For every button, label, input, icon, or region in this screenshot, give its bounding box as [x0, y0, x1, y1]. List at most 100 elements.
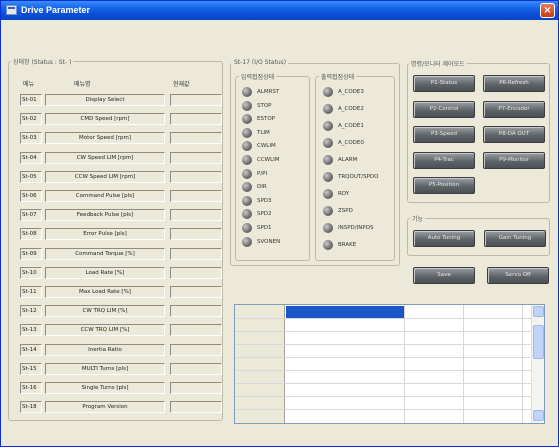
input-label: CWLIM: [257, 143, 276, 150]
app-icon: [6, 5, 17, 15]
status-code: St-15: [20, 362, 42, 375]
output-label: ZSPD: [338, 208, 353, 214]
input-label: SVONEN: [257, 238, 281, 245]
input-label: ESTOP: [257, 116, 275, 123]
status-row: St-15 MULTI Turns [pls]: [20, 362, 222, 377]
output-led-icon: [323, 121, 333, 131]
status-row: St-13 CCW TRQ LIM [%]: [20, 324, 222, 338]
status-code: St-12: [20, 305, 42, 318]
grid-row-line: [235, 370, 531, 371]
status-code: St-05: [20, 170, 42, 183]
output-label: A_CODE2: [338, 106, 364, 112]
tuning-group-title: 기능: [410, 214, 426, 223]
parameter-grid[interactable]: [234, 304, 545, 424]
status-row: St-08 Error Pulse [pls]: [20, 228, 222, 242]
input-label: P/PI: [257, 170, 268, 177]
header-menu-no: 메뉴: [23, 81, 35, 88]
input-label: SPD1: [257, 225, 272, 231]
output-led-icon: [323, 138, 333, 148]
status-code: St-16: [20, 382, 42, 394]
input-label: CCWLIM: [257, 157, 280, 163]
output-status-title: 출력접점상태: [319, 72, 357, 81]
output-led-icon: [323, 240, 333, 250]
menu-button-left[interactable]: P5-Position: [413, 177, 475, 194]
status-group-title: 상태창 (Status : St- ): [11, 57, 74, 66]
menu-button-left[interactable]: P3-Speed: [413, 126, 475, 143]
status-name: Motor Speed [rpm]: [45, 132, 165, 145]
grid-selected-cell[interactable]: [286, 306, 404, 318]
status-value-field: [170, 324, 222, 337]
status-value-field: [170, 151, 222, 164]
status-value-field: [170, 401, 222, 414]
auto-tuning-button[interactable]: Auto Tuning: [413, 230, 475, 247]
status-value-field: [170, 247, 222, 260]
grid-row-line: [235, 357, 531, 358]
status-row: St-02 CMD Speed [rpm]: [20, 113, 222, 127]
scroll-thumb[interactable]: [533, 325, 544, 359]
menu-button-left[interactable]: P2-Control: [413, 100, 475, 118]
status-name: MULTI Turns [pls]: [45, 362, 165, 375]
status-code: St-13: [20, 324, 42, 337]
status-row: St-12 CW TRQ LIM [%]: [20, 305, 222, 319]
input-label: ALMRST: [257, 89, 280, 95]
input-led-icon: [242, 195, 252, 206]
grid-row-line: [235, 344, 531, 345]
grid-row-line: [235, 409, 531, 410]
output-led-icon: [323, 104, 333, 114]
input-led-icon: [242, 155, 252, 165]
status-name: Load Rate [%]: [45, 266, 165, 279]
output-label: A_CODE0: [338, 140, 364, 146]
status-row: St-09 Command Torque [%]: [20, 247, 222, 262]
grid-column-line: [463, 305, 464, 423]
vertical-scrollbar[interactable]: [531, 305, 544, 423]
status-row: St-07 Feedback Pulse [pls]: [20, 209, 222, 223]
status-row: St-06 Command Pulse [pls]: [20, 190, 222, 204]
status-name: Inertia Ratio: [45, 343, 165, 356]
output-label: TRQOUT/SPDO: [338, 174, 379, 180]
scroll-down-arrow-icon[interactable]: [533, 410, 544, 421]
menu-button-left[interactable]: P4-Trac: [413, 151, 475, 169]
scroll-up-arrow-icon[interactable]: [533, 306, 544, 317]
menu-button-right[interactable]: P7-Encoder: [483, 100, 545, 118]
status-value-field: [170, 343, 222, 356]
header-menu-name: 메뉴명: [74, 81, 91, 88]
status-value-field: [170, 209, 222, 222]
input-led-icon: [242, 100, 252, 111]
menu-button-right[interactable]: P6-Refresh: [483, 75, 545, 92]
status-row: St-03 Motor Speed [rpm]: [20, 132, 222, 146]
status-code: St-03: [20, 132, 42, 145]
status-name: CCW TRQ LIM [%]: [45, 324, 165, 337]
status-name: CW TRQ LIM [%]: [45, 305, 165, 318]
close-button[interactable]: ×: [540, 3, 555, 18]
input-label: SPD2: [257, 211, 272, 218]
grid-fixed-column: [235, 305, 285, 423]
save-button[interactable]: Save: [413, 267, 475, 284]
status-code: St-11: [20, 286, 42, 298]
output-led-icon: [323, 206, 333, 216]
status-row: St-18 Program Version: [20, 401, 222, 415]
status-name: Error Pulse [pls]: [45, 228, 165, 241]
menu-button-right[interactable]: P8-DA OUT: [483, 126, 545, 143]
grid-column-line: [522, 305, 523, 423]
status-code: St-07: [20, 209, 42, 222]
status-code: St-08: [20, 228, 42, 241]
status-name: CCW Speed LIM [rpm]: [45, 170, 165, 183]
title-bar[interactable]: Drive Parameter ×: [1, 1, 558, 20]
input-status-title: 입력접점상태: [239, 72, 277, 81]
header-current-value: 현재값: [173, 81, 190, 88]
servo-off-button[interactable]: Servo Off: [487, 267, 549, 284]
status-value-field: [170, 113, 222, 126]
output-led-icon: [323, 223, 333, 233]
menu-button-left[interactable]: P1-Status: [413, 75, 475, 92]
status-code: St-02: [20, 113, 42, 126]
output-led-icon: [323, 87, 333, 97]
status-value-field: [170, 132, 222, 145]
grid-row-line: [235, 318, 531, 319]
grid-row-line: [235, 383, 531, 384]
menu-button-right[interactable]: P9-Monitor: [483, 151, 545, 169]
status-value-field: [170, 228, 222, 241]
status-row: St-05 CCW Speed LIM [rpm]: [20, 170, 222, 185]
status-value-field: [170, 305, 222, 318]
window-title: Drive Parameter: [21, 5, 91, 15]
gain-tuning-button[interactable]: Gain Tuning: [484, 230, 546, 247]
